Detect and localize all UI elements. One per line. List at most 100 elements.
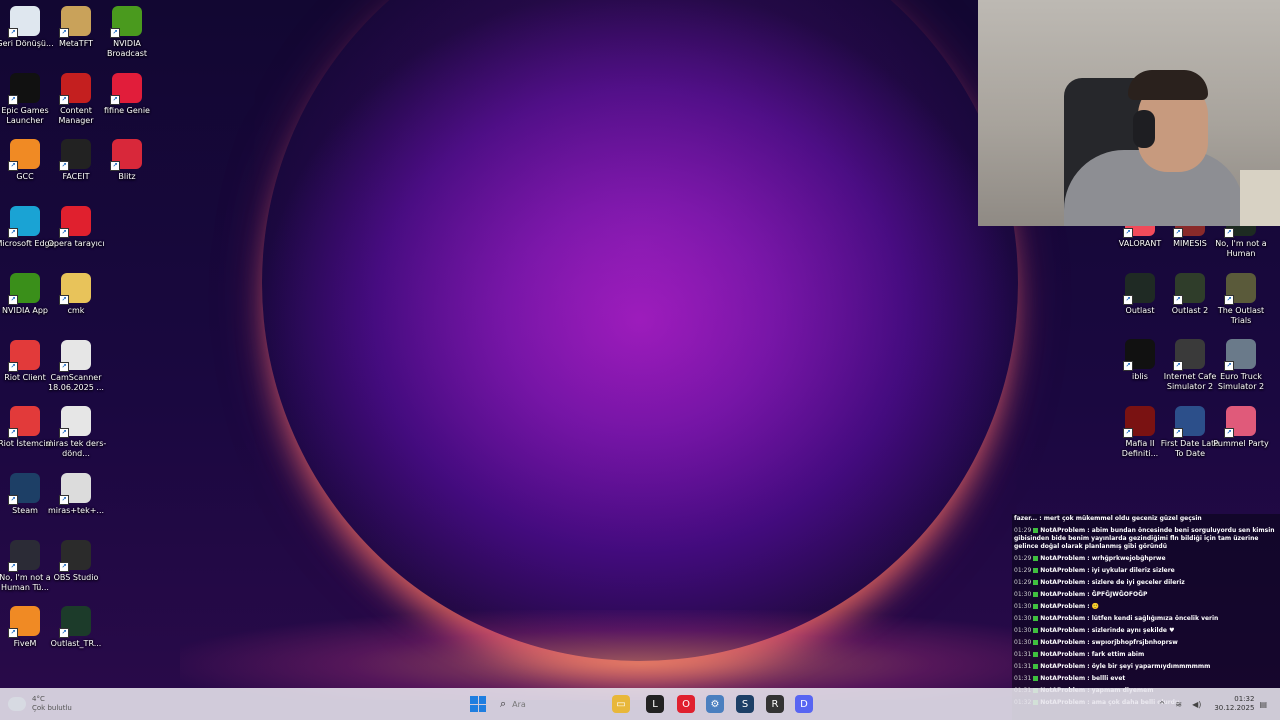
chat-message: fazer... : mert çok mükemmel oldu geceni… — [1012, 514, 1280, 526]
chat-message: 01:31 NotAProblem : bellli evet — [1012, 674, 1280, 686]
ics2-icon: ↗ — [1173, 339, 1205, 372]
desktop-icon[interactable]: ↗ Pummel Party — [1210, 406, 1272, 449]
content-manager-icon: ↗ — [59, 72, 91, 105]
shortcut-arrow-icon: ↗ — [59, 28, 69, 38]
shortcut-arrow-icon: ↗ — [8, 294, 18, 305]
ets2-icon: ↗ — [1224, 339, 1256, 372]
chat-badge-icon — [1033, 604, 1039, 609]
chat-username: NotAProblem — [1040, 527, 1086, 534]
chat-message: 01:30 NotAProblem : sizlerinde aynı şekil… — [1012, 626, 1280, 638]
nvidia-broadcast-icon: ↗ — [110, 6, 142, 38]
taskbar-app-settings[interactable]: ⚙ — [706, 695, 724, 713]
shortcut-arrow-icon: ↗ — [110, 28, 120, 38]
taskbar-app-steam[interactable]: S — [736, 695, 754, 713]
document-icon: ↗ — [59, 406, 91, 439]
steam-icon: S — [741, 698, 749, 710]
shortcut-arrow-icon: ↗ — [1224, 294, 1234, 305]
shortcut-arrow-icon: ↗ — [59, 94, 69, 105]
shortcut-arrow-icon: ↗ — [110, 94, 120, 105]
chat-timestamp: 01:29 — [1014, 567, 1032, 574]
desktop-icon[interactable]: ↗ OBS Studio — [45, 539, 107, 583]
wifi-icon[interactable]: ≋ — [1175, 700, 1182, 709]
chat-separator: : — [1085, 579, 1092, 586]
pummel-party-icon: ↗ — [1224, 406, 1256, 439]
desktop-icon[interactable]: ↗ miras tek ders-dönd... — [45, 406, 107, 459]
chat-timestamp: 01:29 — [1014, 527, 1032, 534]
chat-username: NotAProblem — [1040, 555, 1086, 562]
chat-message: 01:29 NotAProblem : sizlere de iyi gecele… — [1012, 578, 1280, 590]
desktop-icon[interactable]: ↗ CamScanner 18.06.2025 ... — [45, 339, 107, 393]
chat-message: 01:29 NotAProblem : wrhğprkwejobğhprwe — [1012, 554, 1280, 566]
shortcut-arrow-icon: ↗ — [8, 494, 18, 505]
chat-text: wrhğprkwejobğhprwe — [1091, 555, 1166, 562]
desktop-icon-label: Pummel Party — [1213, 439, 1269, 449]
chat-username: NotAProblem — [1040, 591, 1086, 598]
notification-icon[interactable]: ▤ — [1259, 700, 1267, 709]
wallpaper-glow — [180, 610, 1100, 700]
desktop-icon[interactable]: ↗ NVIDIA Broadcast — [96, 6, 158, 59]
chat-separator: : — [1085, 663, 1092, 670]
chat-text: swpıorjbhopfrsjbnhoprsw — [1091, 639, 1178, 646]
shortcut-arrow-icon: ↗ — [59, 161, 69, 172]
shortcut-arrow-icon: ↗ — [59, 561, 69, 572]
shortcut-arrow-icon: ↗ — [1224, 228, 1234, 238]
shortcut-arrow-icon: ↗ — [8, 161, 18, 172]
desktop-icon[interactable]: ↗ miras+tek+... — [45, 472, 107, 516]
taskbar-app-terminal[interactable]: L — [646, 695, 664, 713]
weather-description: Çok bulutlu — [32, 704, 72, 712]
shortcut-arrow-icon: ↗ — [1123, 228, 1133, 238]
start-button[interactable] — [470, 696, 486, 712]
chat-separator: : — [1085, 651, 1092, 658]
opera-icon: ↗ — [59, 206, 91, 239]
chat-username: NotAProblem — [1040, 663, 1086, 670]
desktop-icon[interactable]: ↗ Opera tarayıcı — [45, 206, 107, 249]
weather-widget[interactable]: 4°C Çok bulutlu — [8, 693, 72, 715]
shortcut-arrow-icon: ↗ — [1173, 228, 1183, 238]
chat-separator: : — [1085, 627, 1092, 634]
desktop-icon[interactable]: ↗ Blitz — [96, 139, 158, 182]
webcam-background-shelf — [1240, 170, 1280, 226]
chat-timestamp: 01:30 — [1014, 627, 1032, 634]
taskbar-app-discord[interactable]: D — [795, 695, 813, 713]
desktop-icon[interactable]: ↗ cmk — [45, 272, 107, 316]
taskbar-app-opera[interactable]: O — [677, 695, 695, 713]
system-clock[interactable]: 01:32 30.12.2025 — [1214, 695, 1254, 713]
chat-timestamp: 01:29 — [1014, 555, 1032, 562]
chat-message: 01:30 NotAProblem : ĞPFĞJWĞOFOĞP — [1012, 590, 1280, 602]
desktop-icon[interactable]: ↗ Euro Truck Simulator 2 — [1210, 339, 1272, 392]
chat-text: ĞPFĞJWĞOFOĞP — [1091, 591, 1148, 598]
chat-text: sizlere de iyi geceler dileriz — [1091, 579, 1185, 586]
taskbar-app-file-explorer[interactable]: ▭ — [612, 695, 630, 713]
desktop-icon[interactable]: ↗ The Outlast Trials — [1210, 272, 1272, 326]
speaker-icon[interactable]: ◀) — [1192, 700, 1201, 709]
game-icon: ↗ — [1173, 406, 1205, 439]
chat-timestamp: 01:29 — [1014, 579, 1032, 586]
chat-badge-icon — [1033, 528, 1039, 533]
desktop-icon[interactable]: ↗ fifine Genie — [96, 72, 158, 116]
search-icon: ⌕ — [500, 697, 507, 710]
desktop-icon-label: Opera tarayıcı — [47, 239, 105, 249]
webcam-overlay — [978, 0, 1280, 226]
desktop-icon[interactable]: ↗ Outlast_TR... — [45, 606, 107, 649]
chat-username: NotAProblem — [1040, 567, 1086, 574]
chat-username: NotAProblem — [1040, 615, 1086, 622]
chat-badge-icon — [1033, 568, 1039, 573]
shortcut-arrow-icon: ↗ — [110, 161, 120, 172]
chat-text: fazer... : mert çok mükemmel oldu geceni… — [1014, 515, 1202, 522]
taskbar-app-riot[interactable]: R — [766, 695, 784, 713]
desktop-icon-label: fifine Genie — [104, 105, 150, 115]
chat-message: 01:30 NotAProblem : swpıorjbhopfrsjbnhopr… — [1012, 638, 1280, 650]
chat-separator: : — [1085, 555, 1092, 562]
riot-icon: ↗ — [8, 339, 40, 372]
chat-text: fark ettim abim — [1091, 651, 1145, 658]
webcam-person-hair — [1128, 70, 1208, 100]
chat-text: öyle bir şeyi yaparmıydımmmmmm — [1091, 663, 1211, 670]
desktop-icon-label: Outlast_TR... — [50, 639, 102, 649]
desktop-icon-label: The Outlast Trials — [1217, 305, 1265, 325]
shortcut-arrow-icon: ↗ — [8, 628, 18, 639]
chat-message: 01:30 NotAProblem : 🙂 — [1012, 602, 1280, 614]
chevron-up-icon[interactable]: ^ — [1159, 700, 1166, 709]
riot-icon: R — [771, 698, 779, 710]
clock-date: 30.12.2025 — [1214, 704, 1255, 712]
shortcut-arrow-icon: ↗ — [59, 228, 69, 239]
